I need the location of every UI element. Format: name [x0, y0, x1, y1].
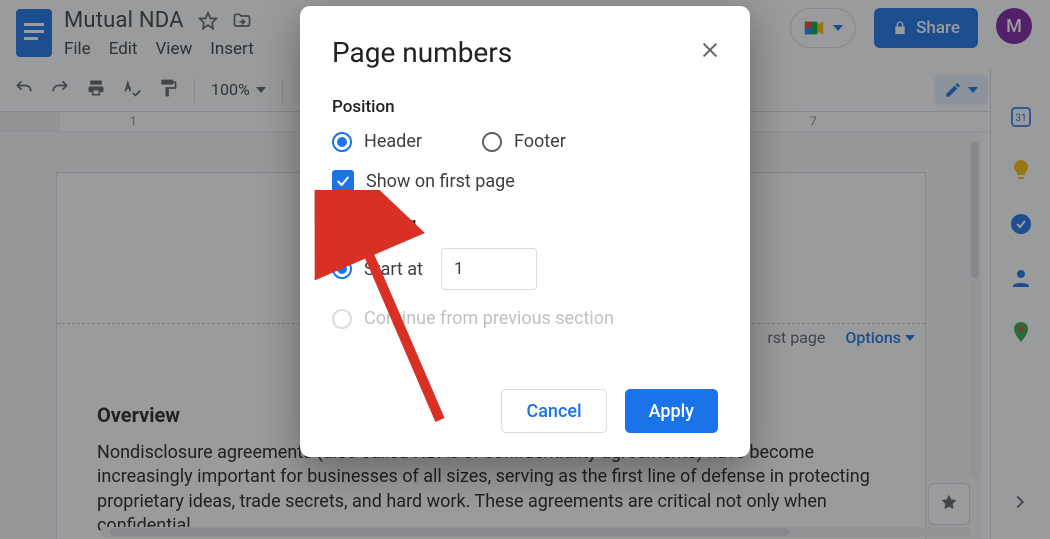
continue-from-previous-radio: Continue from previous section [332, 308, 718, 329]
checkbox-checked-icon [332, 170, 354, 192]
page-numbers-dialog: Page numbers Position Header Footer Show… [300, 6, 750, 457]
show-on-first-page-checkbox[interactable]: Show on first page [332, 170, 718, 192]
numbering-section-label: Numbering [332, 214, 718, 234]
start-at-radio[interactable]: Start at [332, 259, 423, 280]
apply-button[interactable]: Apply [625, 389, 718, 433]
cancel-button[interactable]: Cancel [501, 389, 606, 433]
radio-disabled-icon [332, 309, 352, 329]
start-at-input[interactable] [441, 248, 537, 290]
position-section-label: Position [332, 97, 718, 117]
dialog-title: Page numbers [332, 36, 718, 69]
position-footer-radio[interactable]: Footer [482, 131, 566, 152]
position-header-radio[interactable]: Header [332, 131, 422, 152]
radio-unselected-icon [482, 132, 502, 152]
radio-selected-icon [332, 132, 352, 152]
radio-selected-icon [332, 259, 352, 279]
close-icon[interactable] [696, 36, 724, 64]
